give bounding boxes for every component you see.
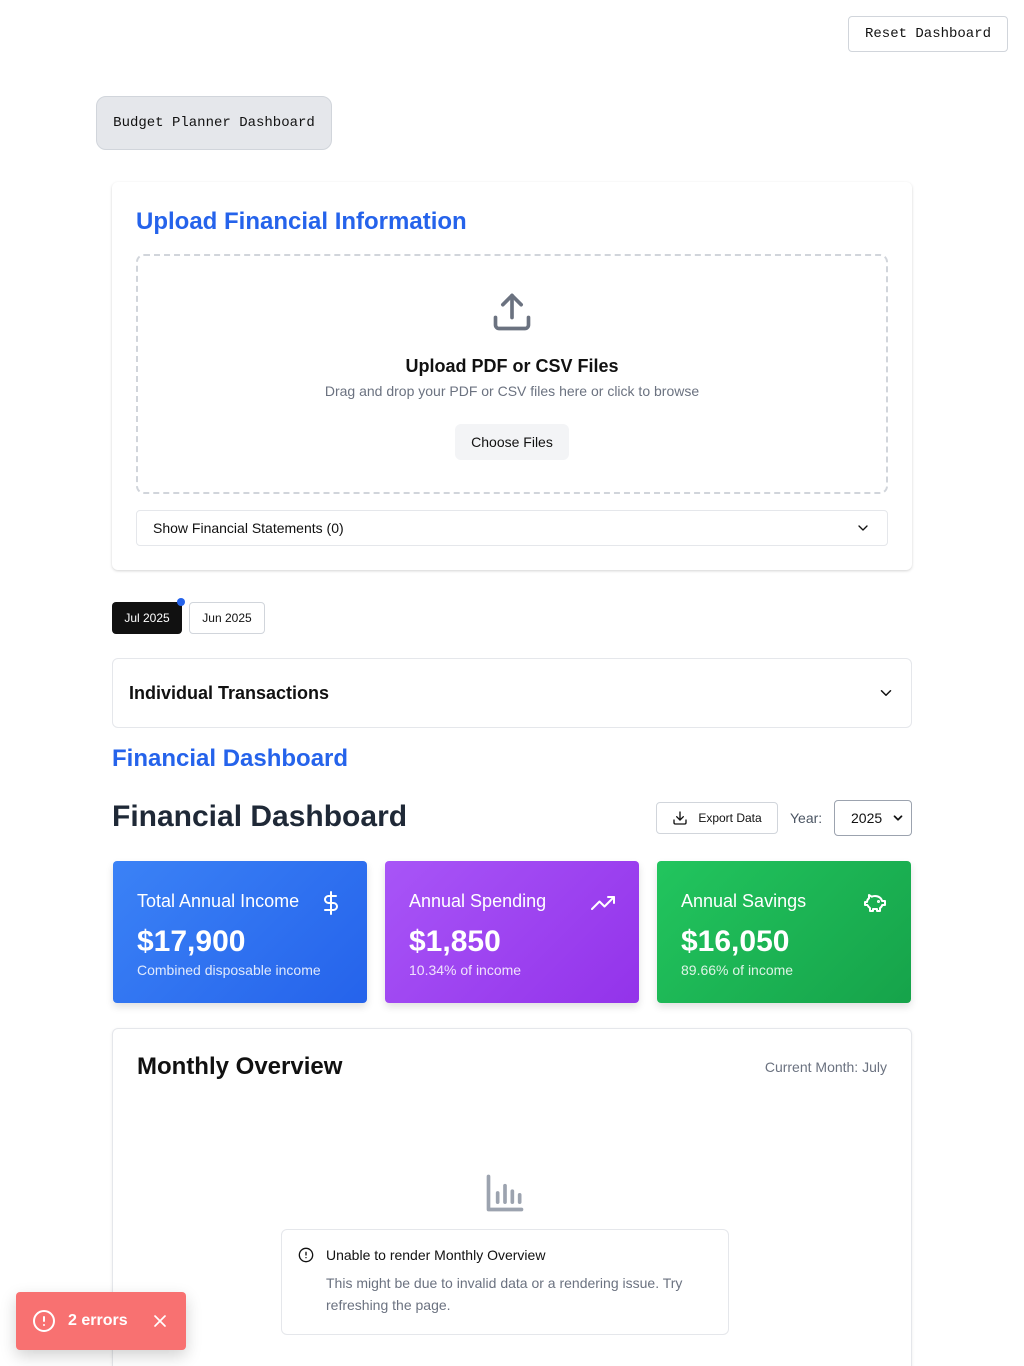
spending-card-label: Annual Spending bbox=[409, 891, 547, 911]
year-label: Year: bbox=[790, 810, 823, 826]
render-error-message: Unable to render Monthly Overview This m… bbox=[281, 1229, 729, 1335]
month-tab-jun-2025[interactable]: Jun 2025 bbox=[189, 602, 265, 634]
savings-card-subtext: 89.66% of income bbox=[681, 962, 794, 978]
spending-card-value: $1,850 bbox=[409, 925, 501, 958]
app-title-badge: Budget Planner Dashboard bbox=[96, 96, 332, 150]
year-select[interactable]: 2025 bbox=[834, 800, 912, 836]
upload-card: Upload Financial Information Upload PDF … bbox=[112, 182, 912, 570]
month-tab-jul-2025[interactable]: Jul 2025 bbox=[112, 602, 182, 634]
error-description: This might be due to invalid data or a r… bbox=[326, 1275, 683, 1313]
savings-card-value: $16,050 bbox=[681, 925, 790, 958]
alert-circle-icon bbox=[33, 1310, 55, 1332]
transactions-label: Individual Transactions bbox=[129, 682, 330, 703]
income-card-value: $17,900 bbox=[137, 925, 246, 958]
error-toast[interactable]: 2 errors bbox=[16, 1292, 186, 1350]
individual-transactions-toggle[interactable]: Individual Transactions bbox=[112, 658, 912, 728]
piggy-bank-icon bbox=[864, 894, 886, 912]
savings-card: Annual Savings $16,050 89.66% of income bbox=[657, 861, 911, 1003]
dollar-icon bbox=[324, 891, 338, 915]
income-card-subtext: Combined disposable income bbox=[137, 962, 321, 978]
choose-files-button[interactable]: Choose Files bbox=[455, 424, 569, 460]
export-data-button[interactable]: Export Data bbox=[656, 802, 778, 834]
file-dropzone[interactable]: Upload PDF or CSV Files Drag and drop yo… bbox=[136, 254, 888, 494]
year-value: 2025 bbox=[851, 810, 883, 826]
reset-dashboard-button[interactable]: Reset Dashboard bbox=[848, 16, 1008, 52]
alert-circle-icon bbox=[298, 1247, 314, 1263]
upload-heading: Upload Financial Information bbox=[136, 208, 467, 235]
active-indicator-dot bbox=[177, 598, 185, 606]
spending-card: Annual Spending $1,850 10.34% of income bbox=[385, 861, 639, 1003]
upload-icon bbox=[493, 293, 531, 331]
statements-label: Show Financial Statements (0) bbox=[153, 520, 344, 536]
bar-chart-icon bbox=[486, 1174, 524, 1212]
income-card: Total Annual Income $17,900 Combined dis… bbox=[113, 861, 367, 1003]
chevron-down-icon bbox=[858, 525, 868, 531]
current-month-label: Current Month: July bbox=[764, 1059, 887, 1075]
error-title: Unable to render Monthly Overview bbox=[326, 1247, 546, 1263]
export-label: Export Data bbox=[698, 811, 762, 825]
chevron-down-icon bbox=[880, 690, 892, 696]
show-statements-toggle[interactable]: Show Financial Statements (0) bbox=[136, 510, 888, 546]
monthly-overview-title: Monthly Overview bbox=[137, 1053, 343, 1080]
monthly-overview-panel: Monthly Overview Current Month: July Una… bbox=[112, 1028, 912, 1366]
dropzone-title: Upload PDF or CSV Files bbox=[405, 356, 619, 376]
income-card-label: Total Annual Income bbox=[137, 891, 300, 911]
error-count: 2 errors bbox=[68, 1312, 128, 1329]
close-icon[interactable] bbox=[150, 1311, 170, 1331]
dashboard-section-title: Financial Dashboard bbox=[112, 745, 349, 772]
dashboard-title: Financial Dashboard bbox=[112, 800, 408, 833]
download-icon bbox=[673, 811, 687, 825]
spending-card-subtext: 10.34% of income bbox=[409, 962, 522, 978]
trending-up-icon bbox=[591, 896, 615, 910]
chevron-down-icon bbox=[893, 815, 903, 821]
dropzone-subtitle: Drag and drop your PDF or CSV files here… bbox=[324, 383, 700, 399]
savings-card-label: Annual Savings bbox=[681, 891, 807, 911]
